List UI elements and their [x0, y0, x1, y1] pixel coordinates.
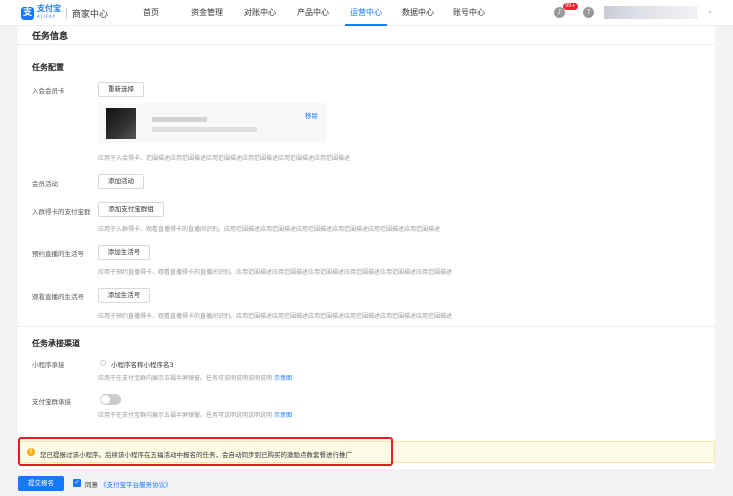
- alipay-logo[interactable]: 支 支付宝 ALIPAY 商家中心: [21, 5, 108, 21]
- member-card-desc-blurred: [152, 127, 257, 132]
- divider: [18, 44, 715, 45]
- selected-member-card: 移除: [98, 103, 327, 143]
- agree-checkbox[interactable]: ✓: [73, 479, 81, 487]
- agreement-link[interactable]: 《支付宝平台服务协议》: [100, 481, 172, 489]
- section-title-task-info: 任务信息: [32, 32, 69, 42]
- add-life-account-button-2[interactable]: 添加生活号: [98, 288, 150, 303]
- miniapp-help: 应用于在支付宝群内展示五福半屏弹窗。任务可说明说明说明说明 示意图: [98, 373, 292, 382]
- example-link-2[interactable]: 示意图: [274, 412, 292, 419]
- logo-text: 支付宝 ALIPAY: [37, 5, 61, 21]
- nav-item-data[interactable]: 数据中心: [397, 0, 439, 26]
- alipay-logo-icon: 支: [21, 6, 34, 20]
- example-link[interactable]: 示意图: [274, 375, 292, 382]
- account-avatar-blurred[interactable]: [604, 6, 698, 19]
- reserve-live-help: 应用于预约直播得卡、观看直播得卡的直播间识别。应用范围描述应用范围描述应用范围描…: [98, 269, 453, 276]
- member-card-help: 应用于入会得卡、范围描述应用范围描述应用范围描述应用范围描述应用范围描述应用范围…: [98, 155, 351, 162]
- chevron-down-icon[interactable]: ⌄: [707, 7, 713, 15]
- logo-divider: [66, 7, 67, 19]
- section-title-channels: 任务承接渠道: [32, 339, 80, 348]
- task-form-card: 任务信息 任务配置 入会会员卡 重新选择 移除 应用于入会得卡、范围描述应用范围…: [18, 26, 715, 469]
- watch-live-label: 观看直播的生活号: [32, 293, 84, 301]
- add-life-account-button[interactable]: 添加生活号: [98, 245, 150, 260]
- add-group-button[interactable]: 添加支付宝群组: [98, 202, 164, 217]
- group-channel-toggle[interactable]: [100, 394, 121, 405]
- group-help: 应用于入群得卡、观看直播得卡的直播间识别。应用范围描述应用范围描述应用范围描述应…: [98, 226, 441, 233]
- nav-item-account[interactable]: 账号中心: [448, 0, 490, 26]
- agreement-text: 同意 《支付宝平台服务协议》: [85, 479, 172, 489]
- nav-item-funds[interactable]: 资金管理: [186, 0, 228, 26]
- remove-link[interactable]: 移除: [305, 110, 318, 120]
- watch-live-help: 应用于预约直播得卡、观看直播得卡的直播间识别。应用范围描述应用范围描述应用范围描…: [98, 313, 453, 320]
- member-activity-label: 会员活动: [32, 180, 58, 188]
- miniapp-help-text: 应用于在支付宝群内展示五福半屏弹窗。任务可说明说明说明说明: [98, 375, 273, 382]
- notification-badge: 99+: [563, 3, 578, 10]
- merchant-center-title: 商家中心: [72, 9, 109, 20]
- reserve-live-label: 预约直播的生活号: [32, 250, 84, 258]
- member-card-label: 入会会员卡: [32, 87, 65, 95]
- submit-button[interactable]: 提交报名: [18, 476, 64, 491]
- add-activity-button[interactable]: 添加活动: [98, 174, 144, 189]
- logo-sub: ALIPAY: [37, 14, 57, 19]
- help-icon[interactable]: ?: [583, 7, 594, 18]
- reselect-button[interactable]: 重新选择: [98, 82, 144, 97]
- group-channel-help: 应用于在支付宝群内展示五福半屏弹窗。任务可说明说明说明说明 示意图: [98, 410, 292, 419]
- miniapp-label: 小程序承接: [32, 361, 65, 369]
- nav-item-products[interactable]: 产品中心: [292, 0, 334, 26]
- nav-item-operations[interactable]: 运营中心: [345, 0, 387, 26]
- member-card-thumbnail: [106, 108, 136, 139]
- logo-name: 支付宝: [37, 4, 61, 13]
- nav-item-home[interactable]: 首页: [136, 0, 166, 26]
- miniapp-radio[interactable]: [100, 360, 106, 366]
- subsection-title-task-config: 任务配置: [32, 63, 64, 72]
- miniapp-name[interactable]: 小程序名称小程序名3: [111, 359, 174, 369]
- group-channel-help-text: 应用于在支付宝群内展示五福半屏弹窗。任务可说明说明说明说明: [98, 412, 273, 419]
- member-card-name-blurred: [152, 117, 207, 122]
- divider: [18, 326, 715, 327]
- group-channel-label: 支付宝群承接: [32, 398, 71, 406]
- highlight-box: [18, 437, 393, 466]
- nav-item-reconciliation[interactable]: 对账中心: [239, 0, 281, 26]
- top-nav-bar: 支 支付宝 ALIPAY 商家中心 首页 资金管理 对账中心 产品中心 运营中心…: [0, 0, 733, 26]
- group-label: 入群得卡的支付宝群: [32, 208, 91, 216]
- agree-prefix: 同意: [85, 481, 98, 489]
